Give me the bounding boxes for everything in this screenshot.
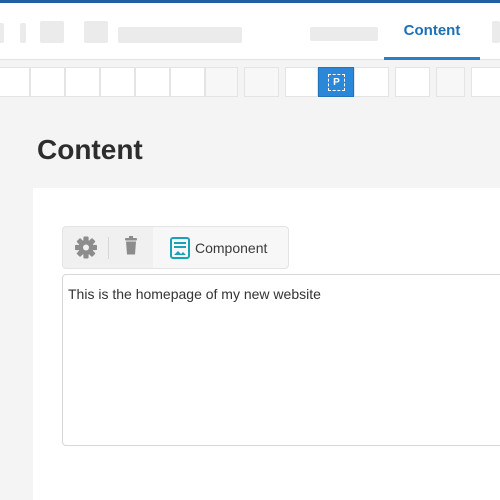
page-title: Content	[37, 134, 143, 165]
nav-placeholder-7[interactable]	[492, 21, 500, 43]
component-type-button[interactable]: Component	[153, 227, 288, 268]
toolbar-button[interactable]	[354, 67, 389, 97]
paragraph-icon: P	[328, 74, 345, 91]
toolbar-button[interactable]	[100, 67, 135, 97]
tab-content[interactable]: Content	[384, 3, 480, 60]
toolbar-button[interactable]	[0, 67, 30, 97]
toolbar-button[interactable]	[285, 67, 318, 97]
gear-icon	[75, 236, 97, 259]
toolbar-button[interactable]	[205, 67, 238, 97]
trash-icon	[125, 236, 137, 255]
paragraph-button[interactable]: P	[318, 67, 354, 97]
nav-placeholder-5[interactable]	[118, 27, 242, 43]
toolbar-divider	[108, 237, 109, 259]
component-toolbar: Component	[62, 226, 289, 269]
toolbar-button[interactable]	[244, 67, 279, 97]
nav-placeholder-1[interactable]	[0, 23, 4, 43]
toolbar-button[interactable]	[135, 67, 170, 97]
toolbar-button[interactable]	[170, 67, 205, 97]
tab-content-label: Content	[403, 22, 461, 39]
top-navigation-bar: Content	[0, 3, 500, 60]
nav-placeholder-6[interactable]	[310, 27, 378, 41]
nav-placeholder-4[interactable]	[84, 21, 108, 43]
settings-button[interactable]	[65, 227, 107, 268]
toolbar-button[interactable]	[471, 67, 500, 97]
delete-button[interactable]	[110, 227, 152, 268]
nav-placeholder-2[interactable]	[20, 23, 26, 43]
toolbar-button[interactable]	[436, 67, 465, 97]
editor-toolbar: P	[0, 61, 500, 103]
nav-placeholder-3[interactable]	[40, 21, 64, 43]
toolbar-button[interactable]	[30, 67, 65, 97]
content-editor-textarea[interactable]: This is the homepage of my new website	[62, 274, 500, 446]
toolbar-button[interactable]	[65, 67, 100, 97]
toolbar-button[interactable]	[395, 67, 430, 97]
component-label: Component	[195, 240, 268, 256]
tab-active-indicator	[384, 57, 480, 60]
